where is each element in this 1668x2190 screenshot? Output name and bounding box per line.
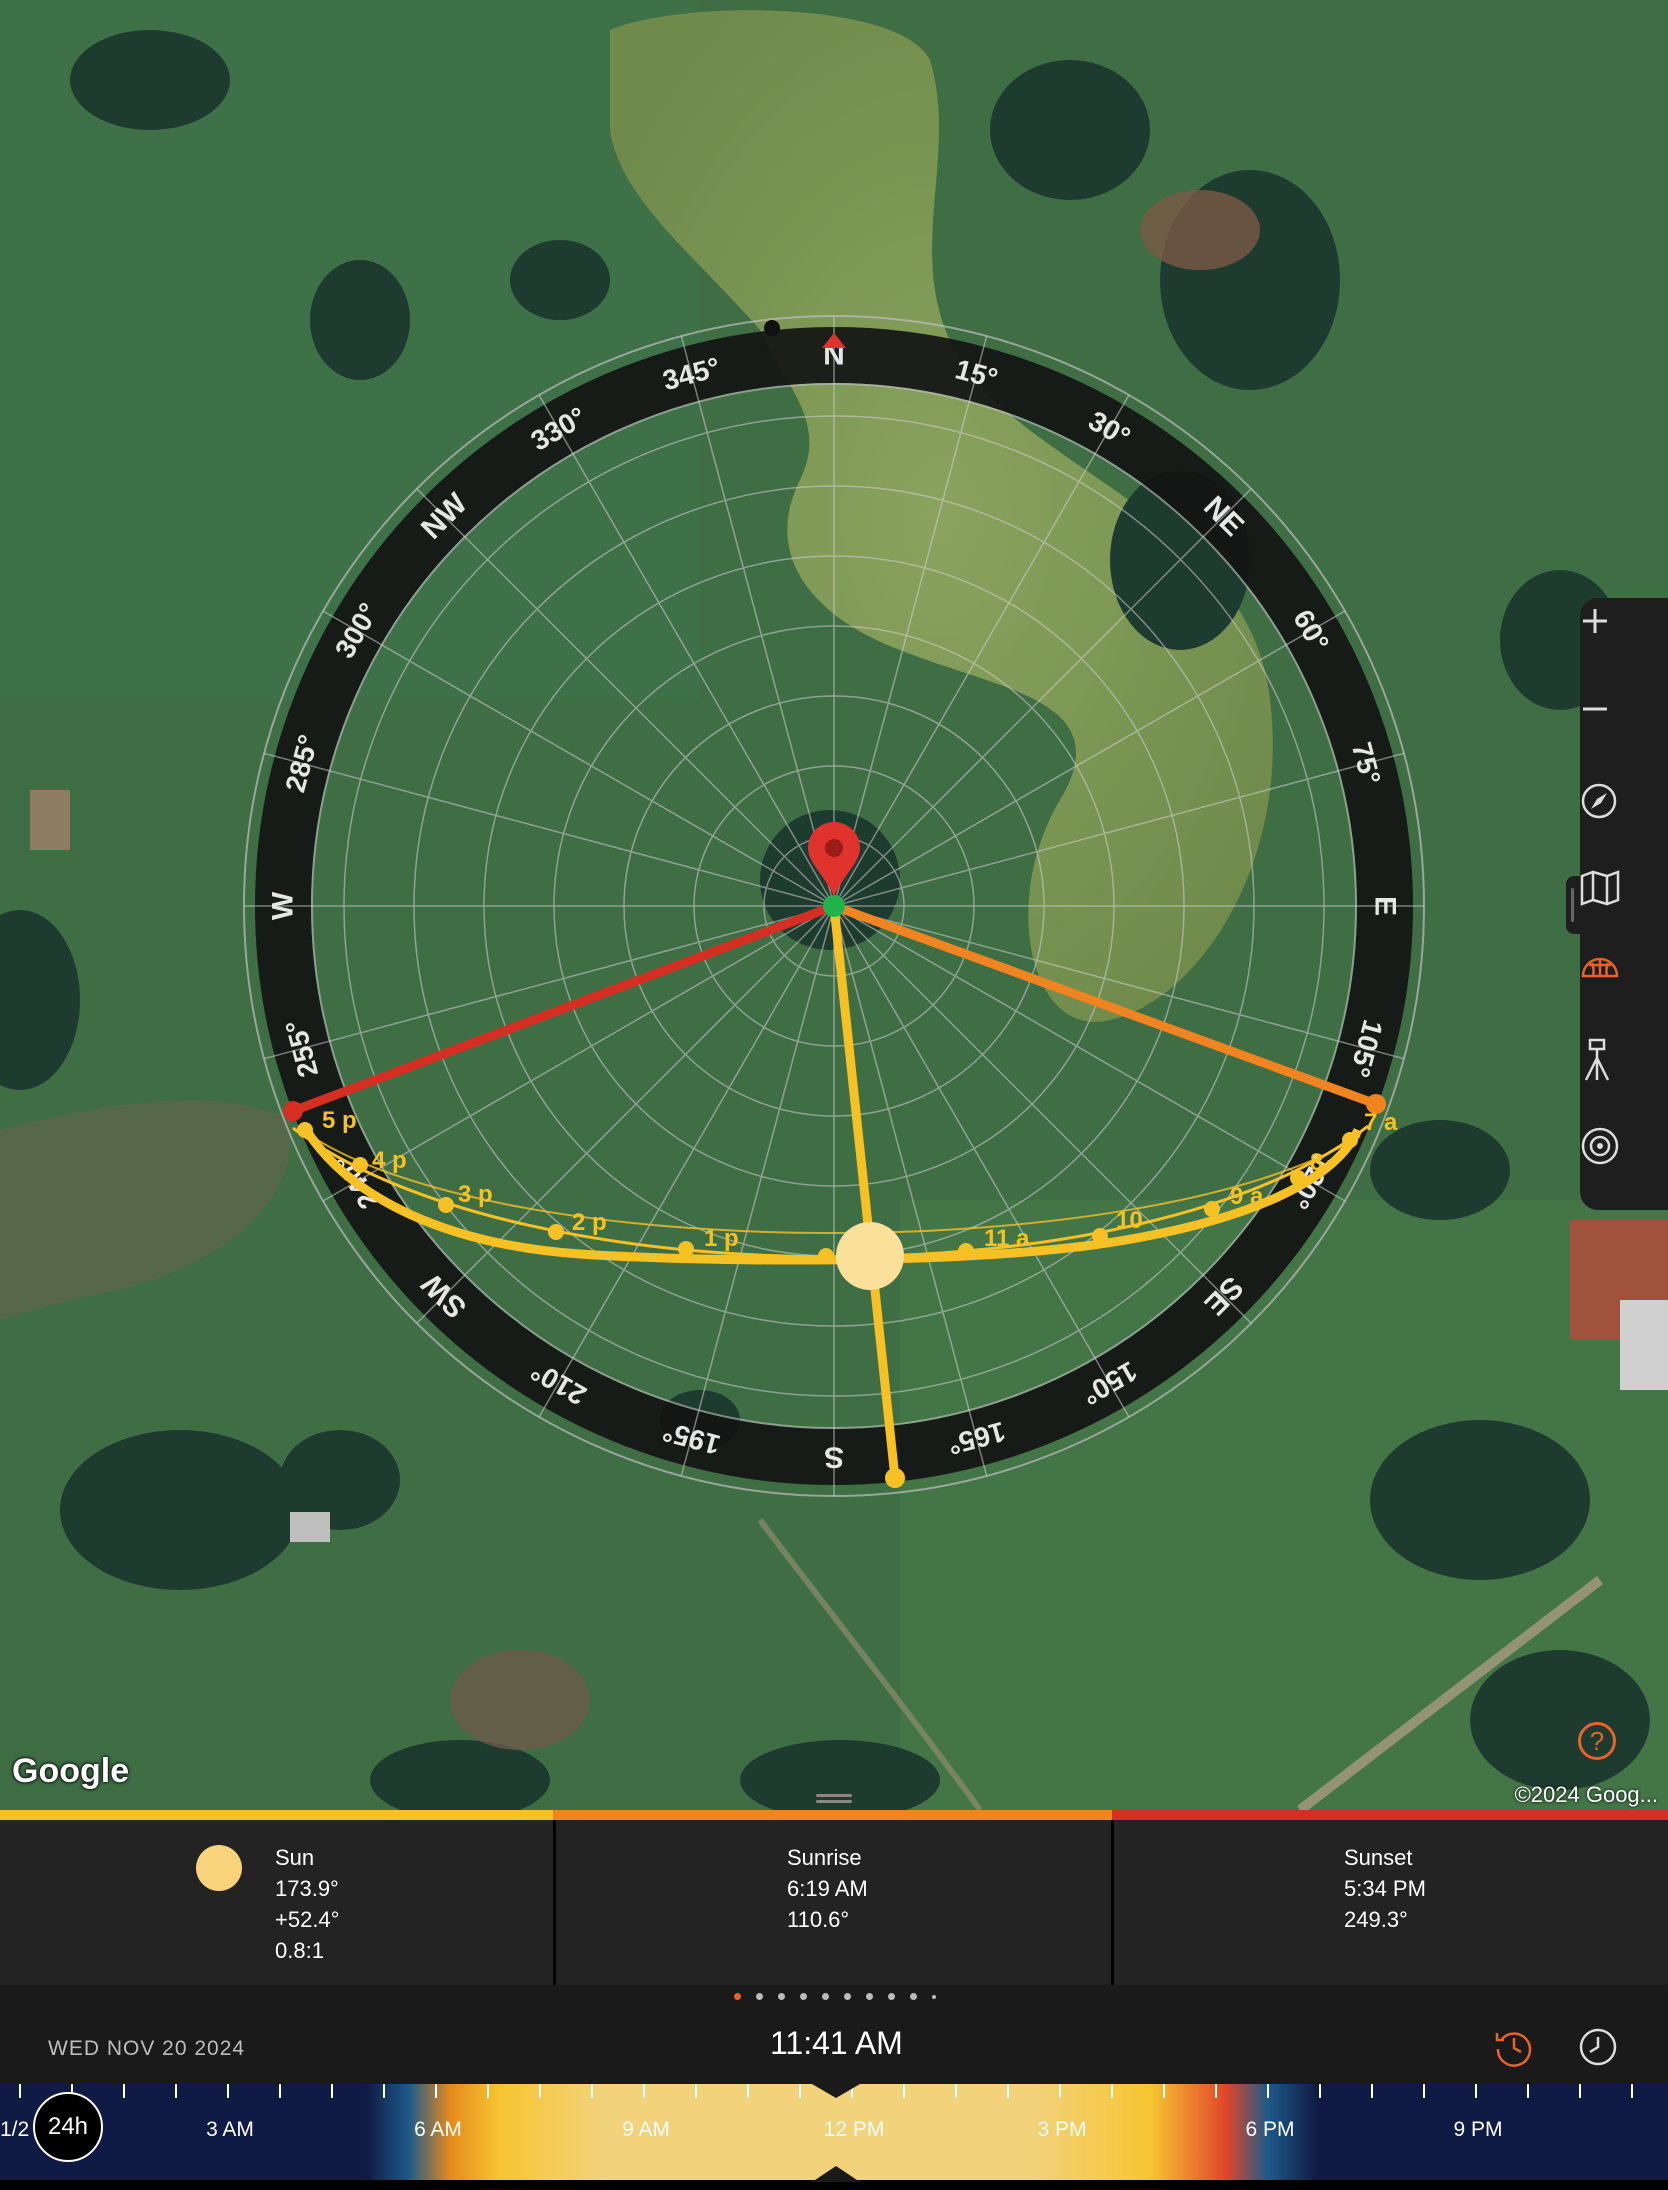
sunset-panel[interactable]: Sunset 5:34 PM 249.3° <box>1114 1820 1668 1995</box>
current-time-pointer <box>812 2084 860 2098</box>
planisphere-icon[interactable] <box>1580 952 1668 1022</box>
timeline-hour-label: 12 PM <box>823 2118 885 2141</box>
map-icon[interactable] <box>1580 870 1668 940</box>
sun-hour-label: 3 p <box>458 1181 493 1208</box>
sun-hour-label: 10 <box>1116 1207 1143 1234</box>
page-dot[interactable] <box>932 1995 936 1999</box>
sun-hour-label: 9 a <box>1230 1183 1264 1210</box>
sunset-time: 5:34 PM <box>1344 1876 1426 1901</box>
sun-ratio: 0.8:1 <box>275 1938 324 1963</box>
satellite-map[interactable]: NNEESESSWWNW15°30°60°75°105°120°150°165°… <box>0 0 1668 1810</box>
target-icon[interactable] <box>1580 1126 1668 1196</box>
tripod-icon[interactable] <box>1580 1038 1668 1108</box>
sun-position-marker <box>836 1222 904 1290</box>
minus-icon[interactable] <box>1580 694 1668 764</box>
compass-cardinal-label: S <box>824 1441 844 1474</box>
timeline-hour-label: 3 PM <box>1037 2118 1087 2141</box>
map-toolbar <box>1580 598 1668 1210</box>
page-dot[interactable] <box>866 1993 873 2000</box>
sunrise-panel[interactable]: Sunrise 6:19 AM 110.6° <box>556 1820 1112 1995</box>
sunrise-title: Sunrise <box>787 1845 862 1870</box>
google-logo: Google <box>12 1752 130 1790</box>
clock-icon[interactable] <box>1578 2027 1618 2067</box>
sunset-title: Sunset <box>1344 1845 1413 1870</box>
panel-drag-grip[interactable] <box>816 1794 852 1804</box>
sun-hour-label: 5 p <box>322 1107 357 1134</box>
time-slider[interactable]: 1/2 24h 3 AM 6 AM 9 AM 12 PM 3 PM 6 PM 9 PM <box>0 2084 1668 2190</box>
map-copyright: ©2024 Goog... <box>1514 1782 1658 1807</box>
page-dot[interactable] <box>800 1993 807 2000</box>
timeline-hour-label: 9 PM <box>1453 2118 1503 2141</box>
page-dot[interactable] <box>756 1993 763 2000</box>
timeline-hour-label: 3 AM <box>206 2118 254 2141</box>
page-indicator[interactable] <box>0 1985 1668 2009</box>
page-dot[interactable] <box>822 1993 829 2000</box>
page-dot[interactable] <box>778 1993 785 2000</box>
timeline-partial-label: 1/2 <box>0 2118 30 2141</box>
page-dot[interactable] <box>844 1993 851 2000</box>
compass-icon[interactable] <box>1580 782 1668 852</box>
question-icon[interactable]: ? <box>1578 1722 1616 1760</box>
date-bar: WED NOV 20 2024 11:41 AM <box>0 2009 1668 2084</box>
compass-cardinal-label: E <box>1369 896 1402 916</box>
timeline-hour-label: 6 PM <box>1245 2118 1295 2141</box>
sun-hour-label: 4 p <box>372 1147 407 1174</box>
current-time-pointer <box>812 2166 860 2182</box>
timeline-hour-label: 6 AM <box>414 2118 462 2141</box>
time-label[interactable]: 11:41 AM <box>770 2025 903 2062</box>
sun-azimuth: 173.9° <box>275 1876 339 1901</box>
sunrise-azimuth: 110.6° <box>787 1907 850 1932</box>
sun-hour-label: 1 p <box>704 1225 739 1252</box>
sun-hour-label: 8 <box>1310 1149 1323 1176</box>
date-label[interactable]: WED NOV 20 2024 <box>48 2037 245 2061</box>
sun-color-bar <box>0 1810 553 1820</box>
sunset-color-bar <box>1112 1810 1668 1820</box>
sun-panel[interactable]: Sun 173.9° +52.4° 0.8:1 <box>0 1820 553 1995</box>
page-dot[interactable] <box>734 1993 741 2000</box>
info-panel: Sun 173.9° +52.4° 0.8:1 Sunrise 6:19 AM … <box>0 1810 1668 1995</box>
history-icon[interactable] <box>1494 2027 1534 2067</box>
page-dot[interactable] <box>910 1993 917 2000</box>
plus-icon[interactable] <box>1580 606 1668 676</box>
sunrise-color-bar <box>553 1810 1112 1820</box>
sun-icon <box>196 1845 242 1891</box>
sun-hour-label: 2 p <box>572 1209 607 1236</box>
sun-hour-label: 11 a <box>984 1225 1030 1252</box>
timeline-hour-label: 9 AM <box>622 2118 670 2141</box>
sun-hour-label: 7 a <box>1364 1109 1398 1136</box>
24h-toggle-button[interactable]: 24h <box>33 2092 103 2162</box>
sun-title: Sun <box>275 1845 315 1870</box>
sun-elevation: +52.4° <box>275 1907 340 1932</box>
sunset-azimuth: 249.3° <box>1344 1907 1408 1932</box>
toolbar-handle[interactable] <box>1566 876 1580 934</box>
sunrise-time: 6:19 AM <box>787 1876 868 1901</box>
map-view[interactable]: N NE E SE S SW W NW 15° 30° 60° 75° 105° 120° 150° 165°… <box>0 0 1668 1810</box>
compass-cardinal-label: W <box>267 891 300 920</box>
page-dot[interactable] <box>888 1993 895 2000</box>
